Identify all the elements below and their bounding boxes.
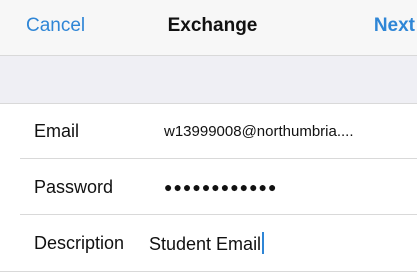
description-label: Description xyxy=(34,233,125,253)
password-field[interactable]: ●●●●●●●●●●●● xyxy=(164,179,277,195)
text-cursor xyxy=(262,232,265,254)
row-separator xyxy=(20,214,417,215)
email-field[interactable]: w13999008@northumbria.... xyxy=(164,123,354,140)
row-separator xyxy=(20,158,417,159)
description-row[interactable]: Description Student Email xyxy=(0,216,417,271)
bottom-separator xyxy=(0,271,417,272)
page-title: Exchange xyxy=(167,15,258,36)
navigation-bar: Cancel Exchange Next xyxy=(0,0,417,56)
next-button[interactable]: Next xyxy=(374,15,415,37)
email-label: Email xyxy=(34,121,80,141)
description-value: Student Email xyxy=(149,234,262,254)
password-label: Password xyxy=(34,177,114,197)
password-row[interactable]: Password ●●●●●●●●●●●● xyxy=(0,160,417,215)
email-row[interactable]: Email w13999008@northumbria.... xyxy=(0,104,417,159)
section-spacer xyxy=(0,56,417,104)
description-field[interactable]: Student Email xyxy=(149,232,265,255)
